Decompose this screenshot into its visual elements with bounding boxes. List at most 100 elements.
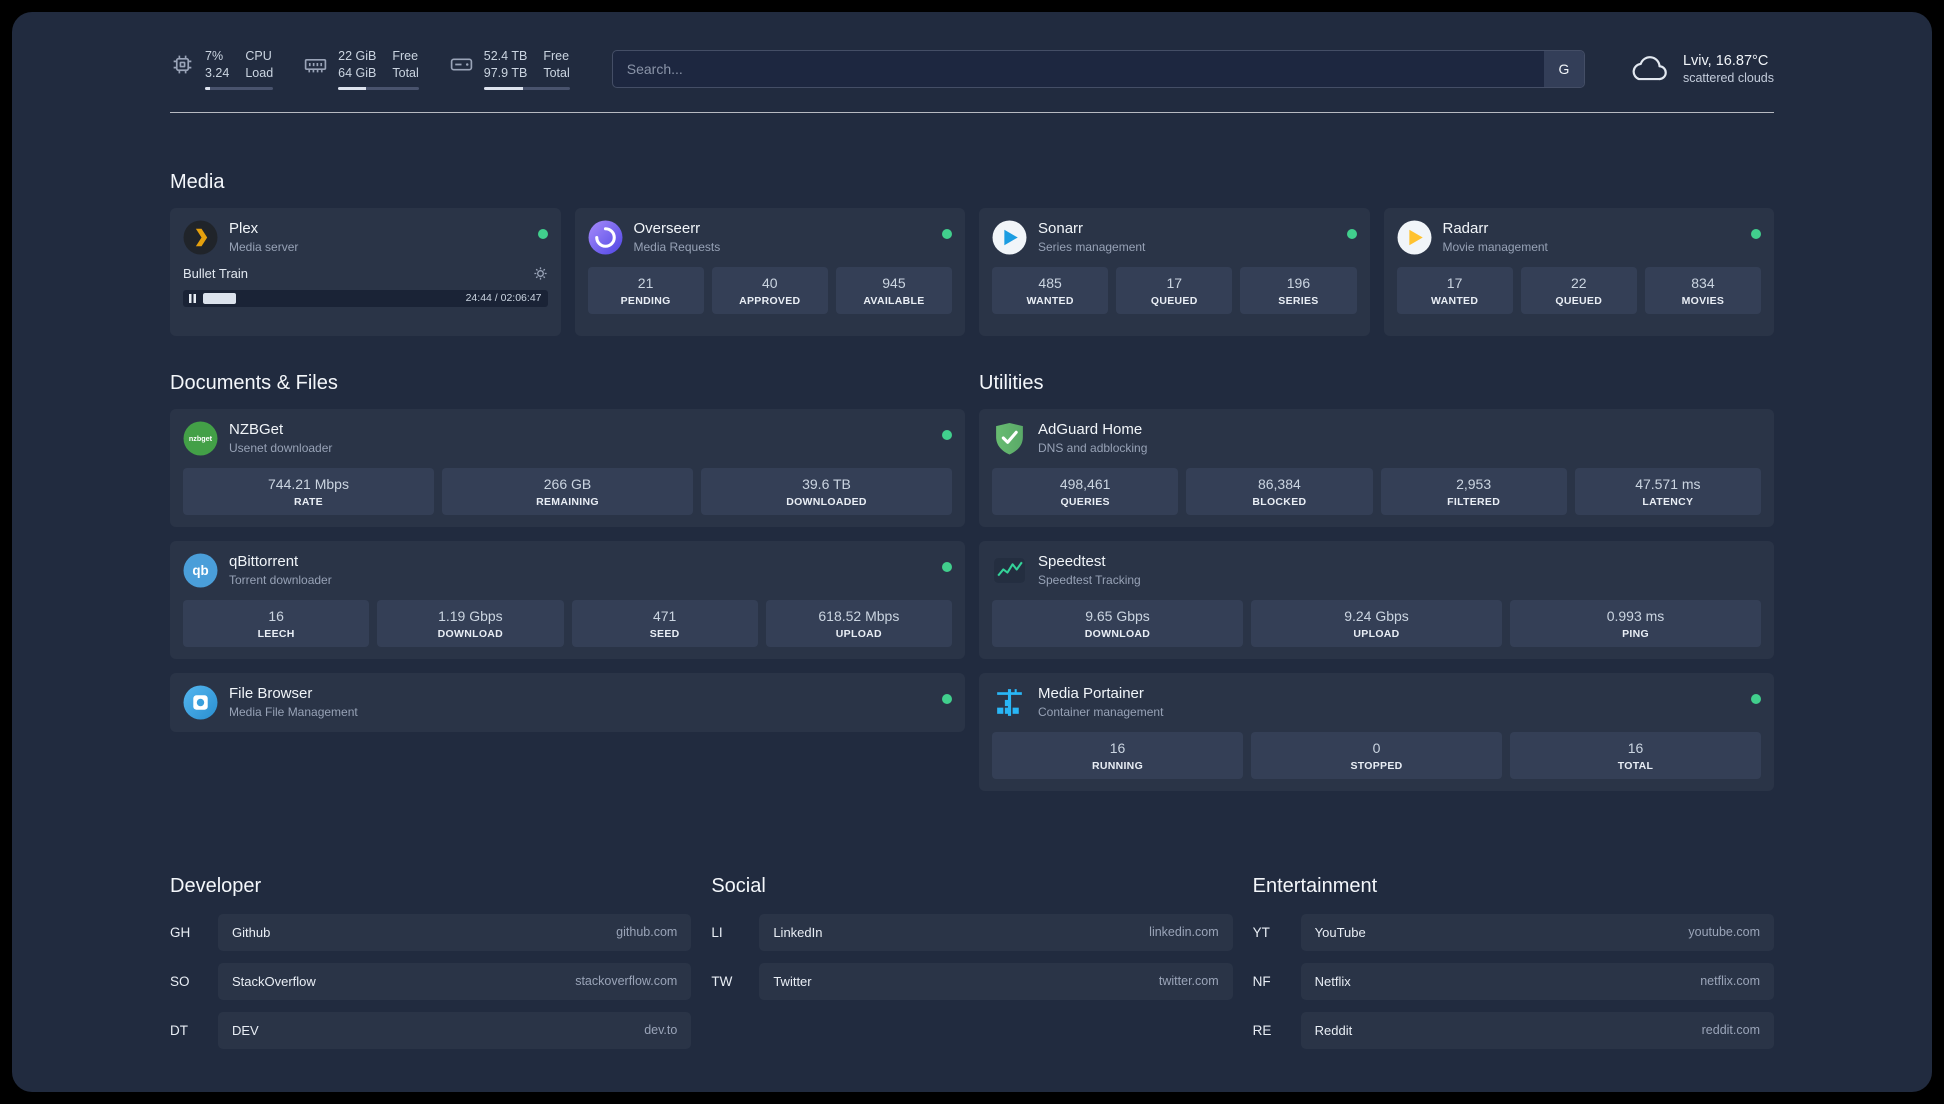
bookmark-abbr: LI (711, 924, 723, 940)
status-dot (1751, 693, 1761, 704)
weather-widget[interactable]: Lviv, 16.87°C scattered clouds (1627, 53, 1774, 85)
section-title-utilities: Utilities (979, 371, 1044, 394)
service-card-portainer[interactable]: Media Portainer Container management 16 R… (979, 672, 1774, 791)
service-name: Sonarr (1038, 219, 1084, 237)
radarr-icon (1397, 220, 1432, 255)
sonarr-icon (992, 220, 1027, 255)
status-dot (1751, 228, 1761, 239)
service-card-nzbget[interactable]: nzbget NZBGet Usenet downloader 744.21 M… (170, 408, 965, 527)
bookmark-url: twitter.com (1158, 974, 1219, 988)
adguard-icon (992, 421, 1027, 456)
bookmark-link-youtube[interactable]: YouTube youtube.com (1300, 913, 1774, 951)
service-card-overseerr[interactable]: Overseerr Media Requests 21 PENDING 40 APP… (574, 207, 965, 336)
bookmark-link-linkedin[interactable]: LinkedIn linkedin.com (759, 913, 1233, 951)
disk-icon (449, 48, 474, 77)
cpu-progress-bar (205, 86, 274, 90)
cloud-icon (1627, 54, 1671, 84)
bookmark-link-twitter[interactable]: Twitter twitter.com (759, 962, 1233, 1000)
disk-total-value: 97.9 TB (483, 66, 528, 81)
bookmark-name: Github (232, 924, 271, 940)
service-card-adguard[interactable]: AdGuard Home DNS and adblocking 498,461 Q… (979, 408, 1774, 527)
service-name: qBittorrent (229, 552, 299, 570)
service-card-sonarr[interactable]: Sonarr Series management 485 WANTED 17 QUE… (979, 207, 1370, 336)
memory-total-value: 64 GiB (338, 66, 377, 81)
bookmark-row: GH Github github.com (170, 913, 692, 951)
disk-free-value: 52.4 TB (483, 49, 528, 63)
bookmark-row: SO StackOverflow stackoverflow.com (170, 962, 692, 1000)
disk-progress-bar (483, 86, 570, 90)
bookmark-url: stackoverflow.com (575, 974, 678, 988)
service-subtitle: Usenet downloader (229, 440, 333, 455)
status-dot (942, 561, 952, 572)
bookmark-abbr: NF (1252, 973, 1271, 989)
stat-queued: 22 QUEUED (1520, 266, 1637, 314)
bookmark-row: TW Twitter twitter.com (711, 962, 1233, 1000)
bookmark-group-social: Social LI LinkedIn linkedin.com TW Twitt… (711, 874, 1233, 1061)
stat-filtered: 2,953 FILTERED (1380, 467, 1567, 515)
memory-monitor: 22 GiB Free 64 GiB Total (303, 48, 419, 90)
stat-available: 945 AVAILABLE (835, 266, 953, 314)
memory-total-label: Total (392, 66, 419, 81)
topbar: 7% CPU 3.24 Load 22 GiB Free 64 GiB Tota… (170, 48, 1774, 90)
bookmark-name: LinkedIn (773, 924, 823, 940)
playback-progress-bar[interactable]: 24:44 / 02:06:47 (183, 289, 548, 307)
section-documents: Documents & Files nzbget NZBGet Usenet d… (170, 372, 965, 746)
memory-free-value: 22 GiB (338, 49, 377, 63)
bookmark-group-title: Social (711, 874, 766, 897)
service-name: AdGuard Home (1038, 420, 1143, 438)
service-card-qbittorrent[interactable]: qb qBittorrent Torrent downloader 16 LEEC… (170, 540, 965, 659)
section-utilities: Utilities AdGuard Home DNS and adblockin… (979, 372, 1774, 805)
stat-seed: 471 SEED (571, 599, 758, 647)
service-subtitle: Media server (229, 239, 299, 254)
service-card-plex[interactable]: Plex Media server Bullet Train 24:44 / 0… (170, 207, 561, 336)
service-card-radarr[interactable]: Radarr Movie management 17 WANTED 22 QUEUE… (1383, 207, 1774, 336)
disk-monitor-body: 52.4 TB Free 97.9 TB Total (483, 48, 570, 90)
service-card-filebrowser[interactable]: File Browser Media File Management (170, 672, 965, 732)
cpu-monitor-body: 7% CPU 3.24 Load (205, 48, 274, 90)
stat-total: 16 TOTAL (1510, 731, 1761, 779)
stat-series: 196 SERIES (1240, 266, 1357, 314)
cpu-load-label: Load (245, 66, 274, 81)
search-input[interactable] (612, 50, 1544, 87)
playback-time: 24:44 / 02:06:47 (465, 292, 542, 304)
bookmark-link-github[interactable]: Github github.com (218, 913, 692, 951)
two-column-area: Documents & Files nzbget NZBGet Usenet d… (170, 372, 1774, 805)
stat-pending: 21 PENDING (587, 266, 704, 314)
bookmark-link-reddit[interactable]: Reddit reddit.com (1300, 1011, 1774, 1049)
search-provider-button[interactable]: G (1543, 50, 1584, 87)
bookmark-link-dev[interactable]: DEV dev.to (218, 1011, 692, 1049)
bookmark-url: dev.to (644, 1023, 678, 1037)
stat-ping: 0.993 ms PING (1510, 599, 1761, 647)
disk-total-label: Total (543, 66, 570, 81)
service-name: Overseerr (633, 219, 701, 237)
resource-monitors: 7% CPU 3.24 Load 22 GiB Free 64 GiB Tota… (170, 48, 570, 90)
bookmark-group-title: Entertainment (1252, 874, 1378, 897)
stat-movies: 834 MOVIES (1644, 266, 1762, 314)
screen-frame: 7% CPU 3.24 Load 22 GiB Free 64 GiB Tota… (0, 0, 1944, 1104)
memory-progress-bar (338, 86, 419, 90)
service-subtitle: Speedtest Tracking (1038, 572, 1141, 587)
service-name: Media Portainer (1038, 684, 1144, 702)
memory-icon (303, 48, 328, 77)
stat-leech: 16 LEECH (183, 599, 370, 647)
bookmark-url: netflix.com (1700, 974, 1760, 988)
stat-wanted: 17 WANTED (1396, 266, 1513, 314)
service-card-speedtest[interactable]: Speedtest Speedtest Tracking 9.65 Gbps DO… (979, 540, 1774, 659)
cpu-icon (170, 48, 195, 77)
bookmark-abbr: TW (711, 973, 733, 989)
service-subtitle: Torrent downloader (229, 572, 332, 587)
stat-latency: 47.571 ms LATENCY (1574, 467, 1761, 515)
stat-downloaded: 39.6 TB DOWNLOADED (701, 467, 952, 515)
bookmark-link-stackoverflow[interactable]: StackOverflow stackoverflow.com (218, 962, 692, 1000)
stat-running: 16 RUNNING (992, 731, 1243, 779)
bookmark-name: Twitter (773, 973, 812, 989)
stat-download: 1.19 Gbps DOWNLOAD (377, 599, 564, 647)
svg-text:qb: qb (192, 563, 208, 578)
pause-icon[interactable] (189, 293, 196, 303)
bookmark-link-netflix[interactable]: Netflix netflix.com (1300, 962, 1774, 1000)
stat-stopped: 0 STOPPED (1251, 731, 1502, 779)
gear-icon[interactable] (533, 266, 548, 281)
service-subtitle: Container management (1038, 704, 1164, 719)
service-name: File Browser (229, 684, 313, 702)
svg-text:nzbget: nzbget (189, 434, 213, 443)
